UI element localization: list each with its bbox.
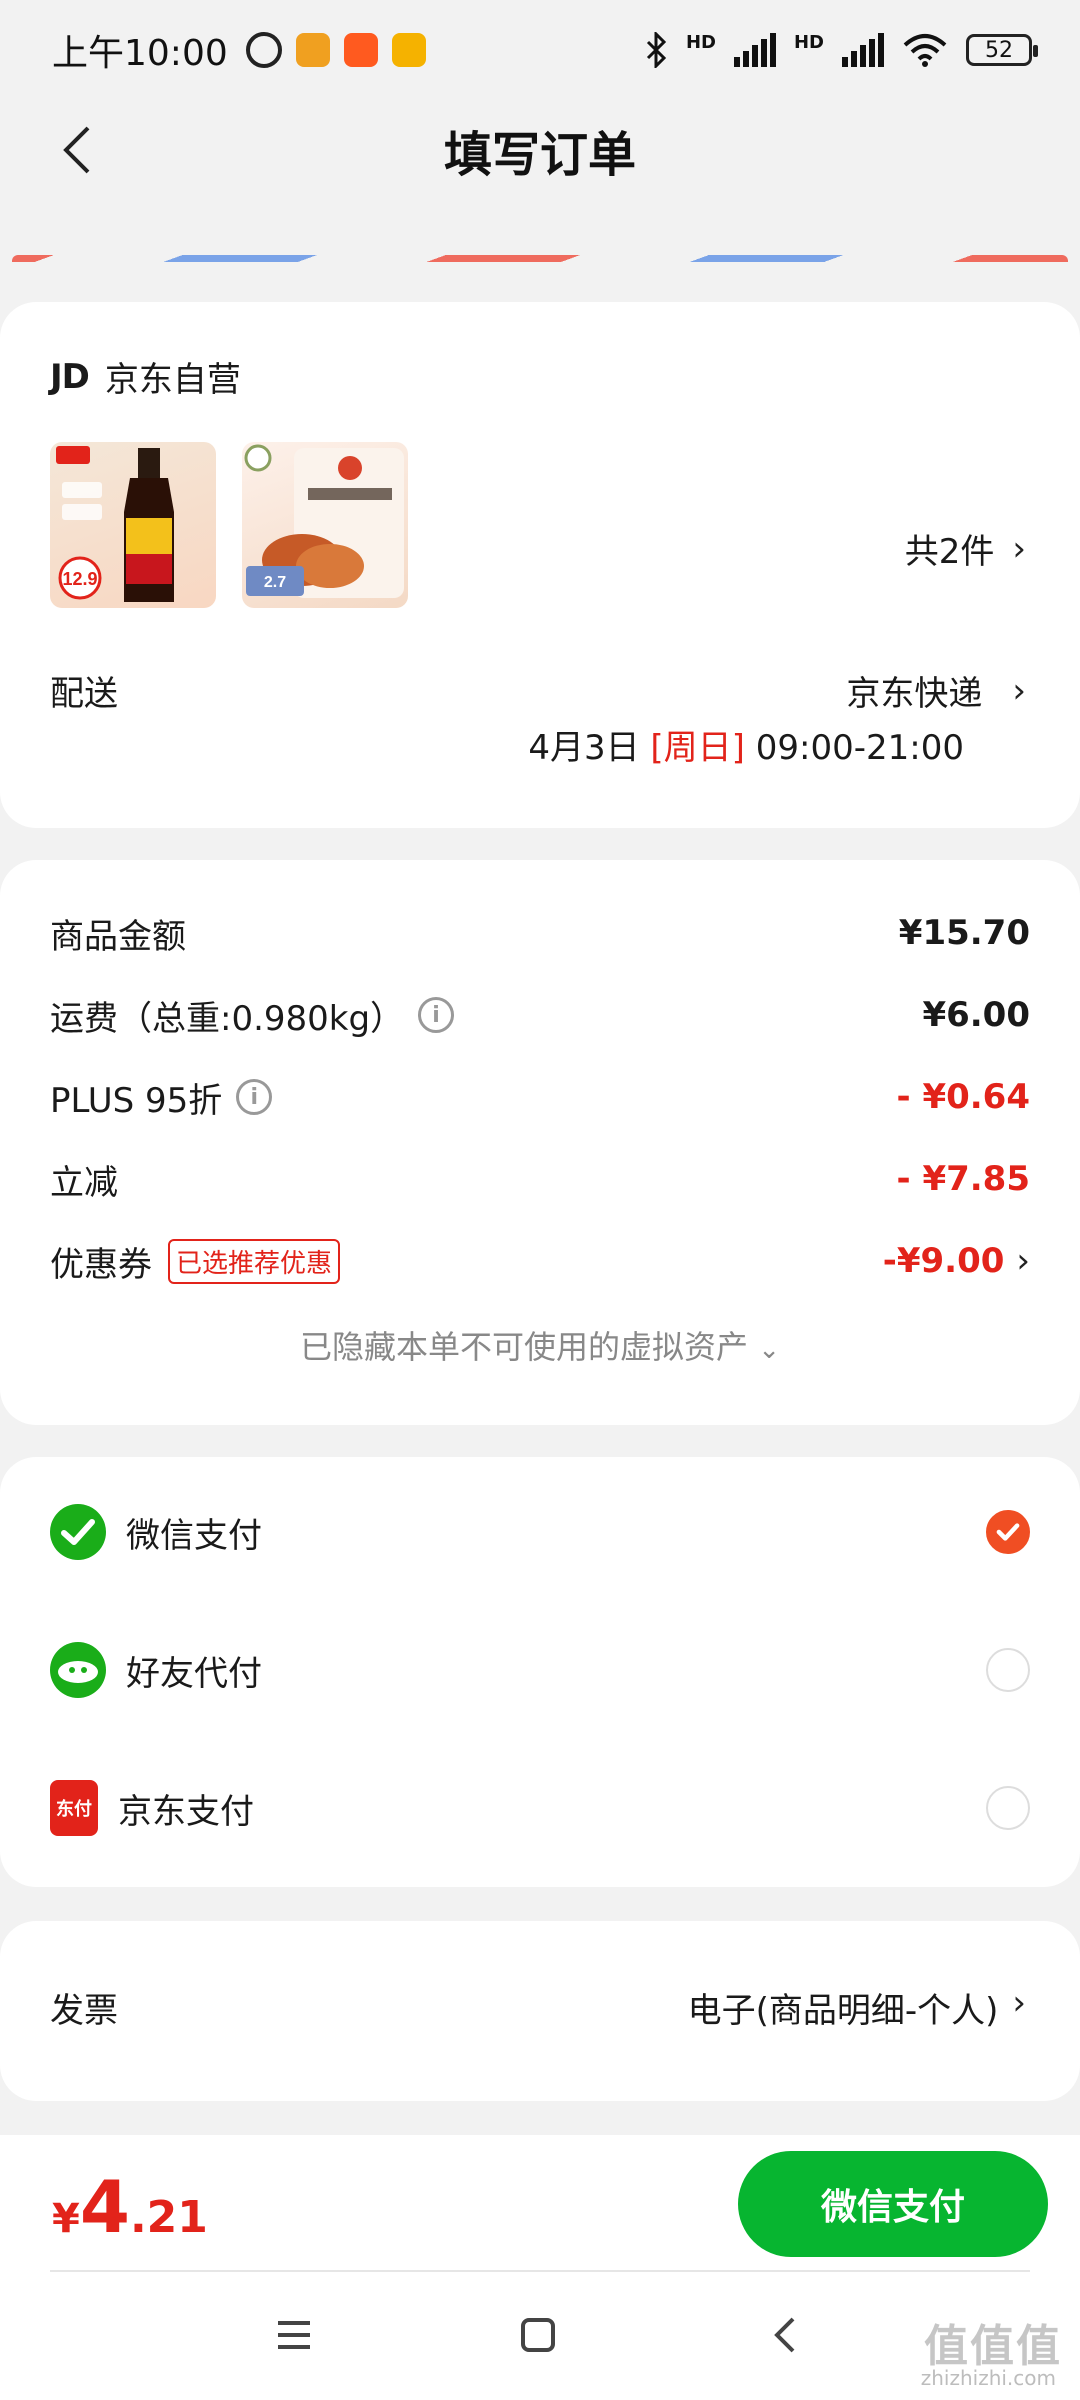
back-triangle-icon [774,2317,795,2353]
battery-level: 52 [985,37,1013,63]
chevron-right-icon: › [1016,1241,1030,1281]
jd-logo: JD [50,356,90,397]
items-count: 共2件 [904,532,995,572]
info-icon[interactable]: i [236,1079,273,1115]
instant-discount-row: 立减 - ¥7.85 [50,1154,1030,1204]
coupon-recommended-tag: 已选推荐优惠 [168,1238,341,1284]
svg-text:12.9: 12.9 [62,569,97,589]
menu-icon [278,2321,310,2349]
delivery-carrier: 京东快递 [846,674,983,714]
page-title: 填写订单 [443,127,636,183]
payment-label-wechat: 微信支付 [126,1515,262,1556]
total-integer: 4 [79,2165,130,2249]
status-time: 上午10:00 [52,33,228,74]
taobao-notification-icon [343,33,378,67]
wifi-icon [903,34,947,67]
items-count-link[interactable]: 共2件 › [905,524,1026,573]
total-decimal: .21 [129,2192,208,2243]
system-navigation-bar [0,2275,1080,2400]
marinade-package-image: 2.7 [244,444,404,598]
payment-label-jd: 京东支付 [118,1791,254,1832]
shop-header: JD 京东自营 [50,352,241,401]
plus-discount-label: PLUS 95折 [50,1080,223,1121]
price-summary-card: 商品金额 ¥15.70 运费（总重:0.980kg） i ¥6.00 PLUS … [0,860,1080,1425]
chevron-right-icon: › [1012,1983,1026,2023]
status-bar: 上午10:00 HD HD 52 [0,0,1080,100]
friend-pay-icon [50,1642,106,1698]
menu-nav-button[interactable] [264,2305,324,2365]
back-button[interactable] [50,120,110,180]
order-items-card: JD 京东自营 12.9 2.7 共2件 › 配送 京东快递 › 4月3日 [周… [0,302,1080,828]
coupon-row[interactable]: 优惠券 已选推荐优惠 -¥9.00 › [50,1236,1030,1286]
network-hd-label-2: HD [793,32,824,53]
chevron-right-icon: › [1012,528,1026,569]
app-notification-icon-2 [391,33,426,67]
bluetooth-icon [646,32,667,68]
payment-option-friend[interactable]: 好友代付 [50,1640,1030,1700]
battery-icon: 52 [966,34,1038,66]
shop-name: 京东自营 [104,360,241,400]
chevron-right-icon: › [1012,670,1026,711]
network-hd-label: HD [685,32,716,53]
back-nav-button[interactable] [754,2305,814,2365]
plus-discount-row: PLUS 95折 i - ¥0.64 [50,1072,1030,1122]
delivery-label: 配送 [50,674,118,714]
shipping-fee-label: 运费（总重:0.980kg） [50,998,405,1039]
home-nav-button[interactable] [508,2305,568,2365]
chevron-left-icon [63,126,90,174]
delivery-selector[interactable]: 京东快递 › [846,666,1026,715]
coupon-label: 优惠券 [50,1244,152,1285]
info-icon[interactable]: i [418,997,455,1033]
shipping-fee-row: 运费（总重:0.980kg） i ¥6.00 [50,990,1030,1040]
delivery-date: 4月3日 [528,728,640,768]
payment-option-wechat[interactable]: 微信支付 [50,1502,1030,1562]
divider [50,2270,1030,2272]
jd-pay-icon: 东付 [50,1780,98,1836]
home-square-icon [521,2318,555,2352]
app-notification-icon [295,33,330,67]
hidden-assets-text: 已隐藏本单不可使用的虚拟资产 [300,1328,749,1366]
watermark-logo: 值值值 [924,2321,1062,2372]
header: 填写订单 [0,100,1080,200]
goods-amount-row: 商品金额 ¥15.70 [50,908,1030,958]
invoice-label: 发票 [50,1991,118,2031]
signal-icon [733,33,776,67]
plus-discount-value: - ¥0.64 [896,1077,1031,1117]
total-currency: ¥ [52,2196,80,2242]
chevron-down-icon: ⌄ [758,1335,780,1365]
wechat-pay-button[interactable]: 微信支付 [738,2151,1048,2257]
alarm-icon [245,32,282,68]
hidden-assets-toggle[interactable]: 已隐藏本单不可使用的虚拟资产 ⌄ [0,1322,1080,1368]
checkout-bar: ¥ 4 .21 微信支付 [0,2135,1080,2275]
radio-checked[interactable] [986,1510,1030,1554]
wechat-pay-icon [50,1504,106,1560]
radio-unchecked[interactable] [986,1648,1030,1692]
watermark-url: zhizhizhi.com [920,2366,1056,2390]
coupon-value: -¥9.00 [882,1241,1005,1281]
delivery-time-range: 09:00-21:00 [755,728,964,768]
goods-amount-value: ¥15.70 [898,913,1030,953]
invoice-selector[interactable]: 电子(商品明细-个人) › [688,1983,1026,2032]
product-thumbnail-marinade[interactable]: 2.7 [242,442,408,608]
payment-methods-card: 微信支付 好友代付 东付 京东支付 [0,1457,1080,1887]
instant-discount-label: 立减 [50,1162,118,1203]
svg-text:2.7: 2.7 [264,574,286,591]
payment-option-jd[interactable]: 东付 京东支付 [50,1778,1030,1838]
total-price: ¥ 4 .21 [52,2165,208,2249]
delivery-time[interactable]: 4月3日 [周日] 09:00-21:00 [528,720,964,769]
product-thumbnail-soy-sauce[interactable]: 12.9 [50,442,216,608]
invoice-card[interactable]: 发票 电子(商品明细-个人) › [0,1921,1080,2101]
shipping-fee-value: ¥6.00 [922,995,1030,1035]
delivery-weekday: [周日] [650,728,745,768]
radio-unchecked[interactable] [986,1786,1030,1830]
signal-icon-2 [842,33,884,67]
payment-label-friend: 好友代付 [126,1653,262,1694]
invoice-value: 电子(商品明细-个人) [687,1991,999,2031]
goods-amount-label: 商品金额 [50,916,186,957]
soy-sauce-bottle-image: 12.9 [56,446,174,602]
instant-discount-value: - ¥7.85 [896,1159,1031,1199]
